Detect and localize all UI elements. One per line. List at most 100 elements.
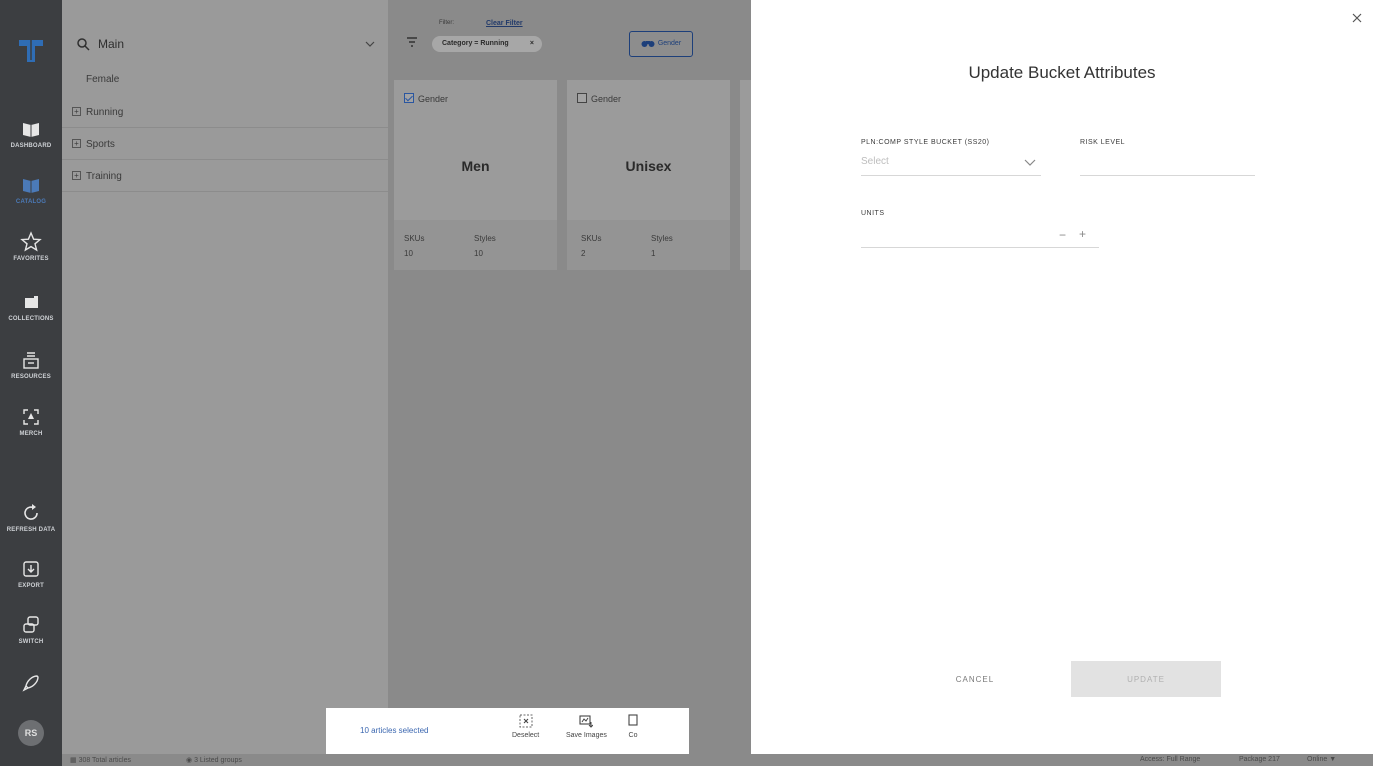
card-value: Men [461, 158, 490, 174]
nav-item-launch[interactable] [0, 672, 62, 722]
nav-item-favorites[interactable]: FAVORITES [0, 231, 62, 281]
styles-label: Styles [651, 234, 673, 243]
card-header: Gender [577, 93, 621, 104]
decrement-button[interactable]: − [1059, 228, 1066, 242]
copy-button[interactable]: Co [626, 714, 640, 739]
nav-label: EXPORT [18, 583, 44, 589]
checkbox-checked[interactable] [404, 93, 414, 103]
nav-item-refresh-data[interactable]: REFRESH DATA [0, 502, 62, 552]
resources-icon [23, 352, 39, 369]
listed-groups: ◉ 3 Listed groups [186, 756, 242, 764]
group-card-men[interactable]: Gender Men SKUs Styles 10 10 [394, 80, 557, 270]
update-button[interactable]: UPDATE [1071, 661, 1221, 697]
chevron-down-icon[interactable] [364, 38, 376, 50]
card-header: Gender [404, 93, 448, 104]
binoculars-icon [641, 40, 655, 47]
skus-label: SKUs [581, 234, 602, 243]
nav-item-resources[interactable]: RESOURCES [0, 349, 62, 399]
cancel-button[interactable]: CANCEL [925, 670, 1025, 688]
checkbox-unchecked[interactable] [577, 93, 587, 103]
tree-row-label: Running [86, 107, 124, 118]
risk-level-field[interactable] [1080, 150, 1255, 176]
catalog-icon [23, 179, 39, 193]
group-card-partial[interactable] [740, 80, 751, 270]
nav-label: FAVORITES [13, 256, 49, 262]
star-icon [20, 231, 42, 252]
nav-label: SWITCH [18, 639, 44, 645]
nav-item-dashboard[interactable]: DASHBOARD [0, 118, 62, 168]
card-header-label: Gender [418, 94, 449, 104]
export-icon [23, 561, 39, 577]
save-images-label: Save Images [566, 732, 607, 739]
chevron-down-icon [1024, 159, 1036, 166]
nav-item-switch[interactable]: SWITCH [0, 614, 62, 664]
folder-icon [25, 296, 38, 308]
skus-value: 2 [581, 249, 586, 258]
nav-label: REFRESH DATA [6, 527, 56, 533]
tree-row-label: Training [86, 171, 122, 182]
nav-item-catalog[interactable]: CATALOG [0, 174, 62, 224]
clear-filter-link[interactable]: Clear Filter [486, 20, 523, 27]
save-images-button[interactable]: Save Images [566, 714, 607, 739]
nav-label: MERCH [19, 431, 43, 437]
app-main: Main Female + Running + Sports + Trainin… [62, 0, 751, 766]
status-bar: ▦ 308 Total articles ◉ 3 Listed groups A… [62, 754, 1373, 766]
tree-row-label: Sports [86, 139, 115, 150]
drawer-title: Update Bucket Attributes [968, 63, 1156, 82]
rocket-icon [22, 675, 39, 692]
deselect-button[interactable]: Deselect [512, 714, 539, 739]
bucket-select[interactable]: Select [861, 150, 1041, 176]
user-avatar[interactable]: RS [18, 720, 44, 746]
units-underline [861, 247, 1099, 248]
bucket-label: PLN:COMP STYLE BUCKET (SS20) [861, 139, 990, 146]
nav-item-collections[interactable]: COLLECTIONS [0, 291, 62, 341]
copy-label: Co [628, 732, 638, 739]
deselect-icon [519, 714, 533, 728]
image-download-icon [579, 715, 594, 728]
listed-groups-text: 3 Listed groups [194, 757, 242, 764]
filter-label: Filter: [439, 20, 454, 26]
bucket-select-value: Select [861, 156, 889, 167]
expand-icon[interactable]: + [72, 107, 81, 116]
tree-search-value: Main [98, 37, 125, 51]
group-card-unisex[interactable]: Gender Unisex SKUs Styles 2 1 [567, 80, 730, 270]
nav-label: CATALOG [15, 199, 47, 205]
total-articles-text: 308 Total articles [78, 757, 131, 764]
nav-label: COLLECTIONS [8, 316, 54, 322]
styles-label: Styles [474, 234, 496, 243]
tree-row-training[interactable]: + Training [62, 160, 388, 192]
refresh-icon [24, 504, 38, 520]
selection-count: 10 articles selected [360, 726, 429, 735]
deselect-label: Deselect [512, 732, 540, 739]
catalog-content: Filter: Clear Filter Category = Running … [388, 0, 751, 754]
group-by-label: Gender [657, 40, 682, 47]
tree-search[interactable]: Main [76, 34, 376, 54]
filter-icon[interactable] [406, 36, 418, 48]
risk-label: RISK LEVEL [1080, 139, 1126, 146]
copy-icon [628, 714, 638, 726]
tree-row-sports[interactable]: + Sports [62, 128, 388, 160]
group-by-button[interactable]: Gender [629, 31, 693, 57]
nav-label: RESOURCES [11, 374, 51, 380]
styles-value: 10 [474, 249, 483, 258]
styles-value: 1 [651, 249, 656, 258]
tree-row-running[interactable]: + Running [62, 96, 388, 128]
expand-icon[interactable]: + [72, 139, 81, 148]
skus-value: 10 [404, 249, 413, 258]
nav-item-export[interactable]: EXPORT [0, 558, 62, 608]
expand-icon[interactable]: + [72, 171, 81, 180]
eye-icon: ◉ [186, 757, 193, 764]
nav-item-merch[interactable]: MERCH [0, 406, 62, 456]
units-label: UNITS [861, 210, 885, 217]
increment-button[interactable]: + [1079, 227, 1086, 241]
total-articles: ▦ 308 Total articles [70, 757, 131, 764]
units-field[interactable]: − + [861, 222, 1099, 248]
merch-icon [23, 409, 39, 425]
close-icon[interactable]: × [530, 36, 534, 52]
tree-group-label: Female [86, 74, 120, 85]
filter-chip-label: Category = Running [442, 40, 509, 47]
app-logo-icon[interactable] [17, 36, 45, 64]
close-icon[interactable] [1351, 12, 1363, 24]
package-status: Package 217 [1239, 756, 1280, 763]
bucket-underline [861, 175, 1041, 176]
